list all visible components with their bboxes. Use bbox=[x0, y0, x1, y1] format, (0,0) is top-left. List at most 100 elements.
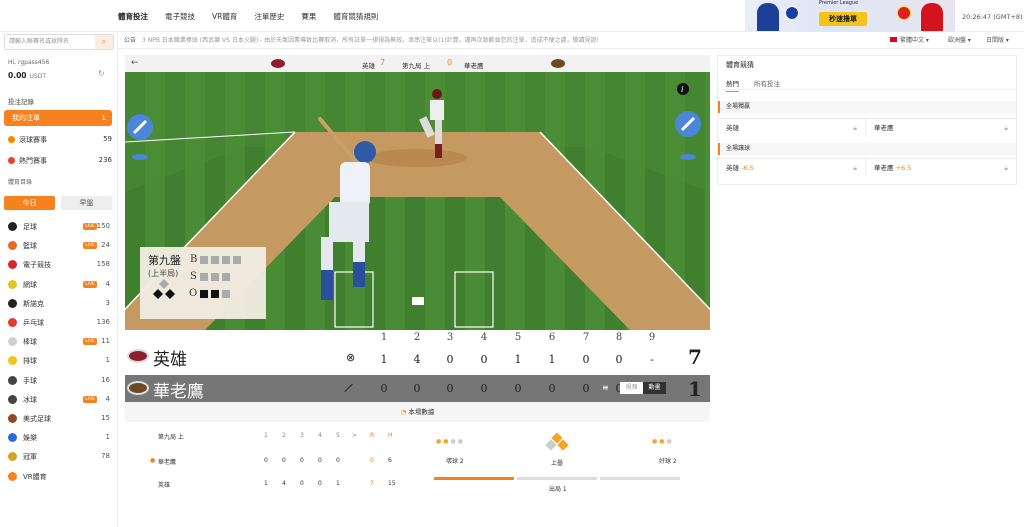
sport-count: 158 bbox=[96, 260, 110, 269]
sport-item[interactable]: 斯諾克 3 bbox=[8, 298, 110, 309]
live-icon bbox=[8, 136, 15, 143]
sport-item[interactable]: 網球 LIVE 4 bbox=[8, 279, 110, 290]
tab-all-bets[interactable]: 所有投注 bbox=[754, 78, 780, 88]
box-value: 4 bbox=[282, 480, 286, 487]
theme-select[interactable]: 日間版 ▾ bbox=[986, 32, 1009, 49]
inning-header: 4 bbox=[480, 332, 488, 343]
nav-results[interactable]: 賽果 bbox=[301, 11, 316, 22]
sport-label: 電子競技 bbox=[23, 261, 51, 270]
game-animation: i 第九盤 (上半局) B S O bbox=[125, 72, 710, 330]
hot-events-item[interactable]: 熱門賽事 236 bbox=[8, 156, 112, 166]
odds-type-select[interactable]: 歐洲盤 ▾ bbox=[948, 32, 971, 49]
sport-count: 136 bbox=[96, 318, 110, 326]
panel-tabs: 熱門 所有投注 bbox=[718, 74, 1016, 92]
player-left-image bbox=[757, 3, 779, 31]
sport-item[interactable]: 乒乓球 136 bbox=[8, 318, 110, 328]
promo-banner[interactable]: Premier League 秒速撸單 bbox=[745, 0, 955, 32]
overlay-inning: 第九盤 bbox=[148, 254, 181, 267]
tab-today[interactable]: 今日 bbox=[4, 196, 55, 210]
box-hits: 15 bbox=[388, 480, 396, 487]
my-bets-button[interactable]: 我的注單 1 bbox=[4, 110, 112, 126]
live-events-item[interactable]: 滾球賽事 59 bbox=[8, 135, 112, 145]
back-arrow-icon[interactable]: ← bbox=[131, 58, 139, 68]
sport-count: 1 bbox=[105, 356, 110, 365]
sport-item[interactable]: 排球 1 bbox=[8, 356, 110, 366]
sport-icon bbox=[8, 337, 17, 347]
handicap-away[interactable]: 華老鷹 +6.5 🔒︎ bbox=[866, 159, 1016, 177]
sport-count: 11 bbox=[101, 337, 110, 346]
stats-tab[interactable]: ◔ 本場數據 bbox=[125, 402, 710, 422]
outs-bar-empty-2 bbox=[600, 477, 680, 480]
sport-item[interactable]: 手球 16 bbox=[8, 375, 110, 386]
club-badge-right bbox=[897, 6, 911, 20]
day-tabs: 今日 早盤 bbox=[4, 196, 112, 210]
outs-label: O bbox=[189, 288, 198, 299]
search-placeholder: 請輸入聯賽名或球隊名 bbox=[9, 38, 70, 45]
box-header: R bbox=[370, 432, 375, 439]
sport-count: 16 bbox=[101, 375, 110, 384]
sport-label: VR體育 bbox=[23, 472, 47, 481]
nav-sports[interactable]: 體育投注 bbox=[118, 11, 148, 22]
sport-item[interactable]: VR體育 bbox=[8, 471, 110, 482]
moneyline-away[interactable]: 華老鷹 🔒︎ bbox=[866, 119, 1016, 137]
box-header: > bbox=[352, 432, 358, 439]
view-toggle[interactable]: 視頻 動畫 bbox=[620, 382, 666, 394]
language-select[interactable]: 繁體中文 ▾ bbox=[890, 32, 929, 49]
box-header: 1 bbox=[264, 432, 268, 439]
away-total: 1 bbox=[688, 377, 702, 401]
toggle-video[interactable]: 視頻 bbox=[620, 382, 643, 394]
sport-item[interactable]: 娛樂 1 bbox=[8, 433, 110, 443]
sport-item[interactable]: 足球 LIVE 150 bbox=[8, 222, 110, 232]
away-score: 0 bbox=[447, 58, 453, 67]
inning-header: 8 bbox=[615, 332, 623, 343]
sport-label: 冰球 bbox=[23, 395, 37, 404]
sport-icon bbox=[8, 452, 17, 462]
lock-icon: 🔒︎ bbox=[1004, 124, 1008, 132]
handicap-home[interactable]: 英雄 -6.5 🔒︎ bbox=[718, 159, 866, 177]
away-name: 華老鷹 bbox=[464, 62, 484, 70]
sport-icon bbox=[8, 318, 17, 327]
box-header: 2 bbox=[282, 432, 286, 439]
nav-esports[interactable]: 電子競技 bbox=[165, 11, 195, 22]
search-input[interactable]: 請輸入聯賽名或球隊名 ⌕ bbox=[4, 34, 114, 50]
sport-item[interactable]: 電子競技 158 bbox=[8, 260, 110, 270]
sport-count: 3 bbox=[105, 298, 110, 307]
tab-early[interactable]: 早盤 bbox=[61, 196, 112, 210]
inning-header: 2 bbox=[413, 332, 421, 343]
nav-bet-history[interactable]: 注單歷史 bbox=[254, 11, 284, 22]
sport-label: 手球 bbox=[23, 376, 37, 385]
toggle-animation[interactable]: 動畫 bbox=[643, 382, 666, 394]
box-value: 0 bbox=[282, 457, 286, 464]
line-score: 0 bbox=[480, 353, 488, 366]
nav-rules[interactable]: 體育競猜規則 bbox=[333, 11, 378, 22]
search-icon[interactable]: ⌕ bbox=[95, 35, 113, 49]
sport-item[interactable]: 冠軍 78 bbox=[8, 452, 110, 462]
nav-vr-sports[interactable]: VR體育 bbox=[212, 11, 237, 22]
sidebar: 請輸入聯賽名或球隊名 ⌕ Hi, rgpass456 0.00 USDT ↻ 投注… bbox=[0, 32, 118, 527]
line-score: 1 bbox=[380, 353, 388, 366]
betting-panel: 體育競猜 熱門 所有投注 全場獨贏 英雄 🔒︎ 華老鷹 🔒︎ 全場讓球 英雄 -6.… bbox=[717, 55, 1017, 185]
inning-header: 5 bbox=[514, 332, 522, 343]
sport-label: 排球 bbox=[23, 357, 37, 366]
batting-dot-icon: ● bbox=[150, 457, 156, 464]
box-runs: 7 bbox=[370, 480, 374, 487]
live-badge: LIVE bbox=[83, 338, 97, 346]
sport-item[interactable]: 棒球 LIVE 11 bbox=[8, 337, 110, 347]
refresh-icon[interactable]: ↻ bbox=[98, 69, 105, 78]
moneyline-home[interactable]: 英雄 🔒︎ bbox=[718, 119, 866, 137]
menu-icon[interactable]: ≡ bbox=[602, 383, 609, 392]
sport-item[interactable]: 冰球 LIVE 4 bbox=[8, 394, 110, 405]
line-score: 4 bbox=[413, 353, 421, 366]
sport-count: 4 bbox=[105, 279, 110, 288]
sport-label: 乒乓球 bbox=[23, 319, 44, 327]
sport-label: 冠軍 bbox=[23, 453, 37, 462]
box-header: 5 bbox=[336, 432, 340, 439]
tab-hot[interactable]: 熱門 bbox=[726, 78, 739, 92]
sport-label: 籃球 bbox=[23, 242, 37, 251]
home-total: 7 bbox=[688, 345, 702, 369]
sport-item[interactable]: 美式足球 15 bbox=[8, 414, 110, 424]
inning-header: 6 bbox=[548, 332, 556, 343]
sport-item[interactable]: 籃球 LIVE 24 bbox=[8, 241, 110, 251]
box-hits: 6 bbox=[388, 457, 392, 464]
overlay-half: (上半局) bbox=[148, 269, 179, 278]
